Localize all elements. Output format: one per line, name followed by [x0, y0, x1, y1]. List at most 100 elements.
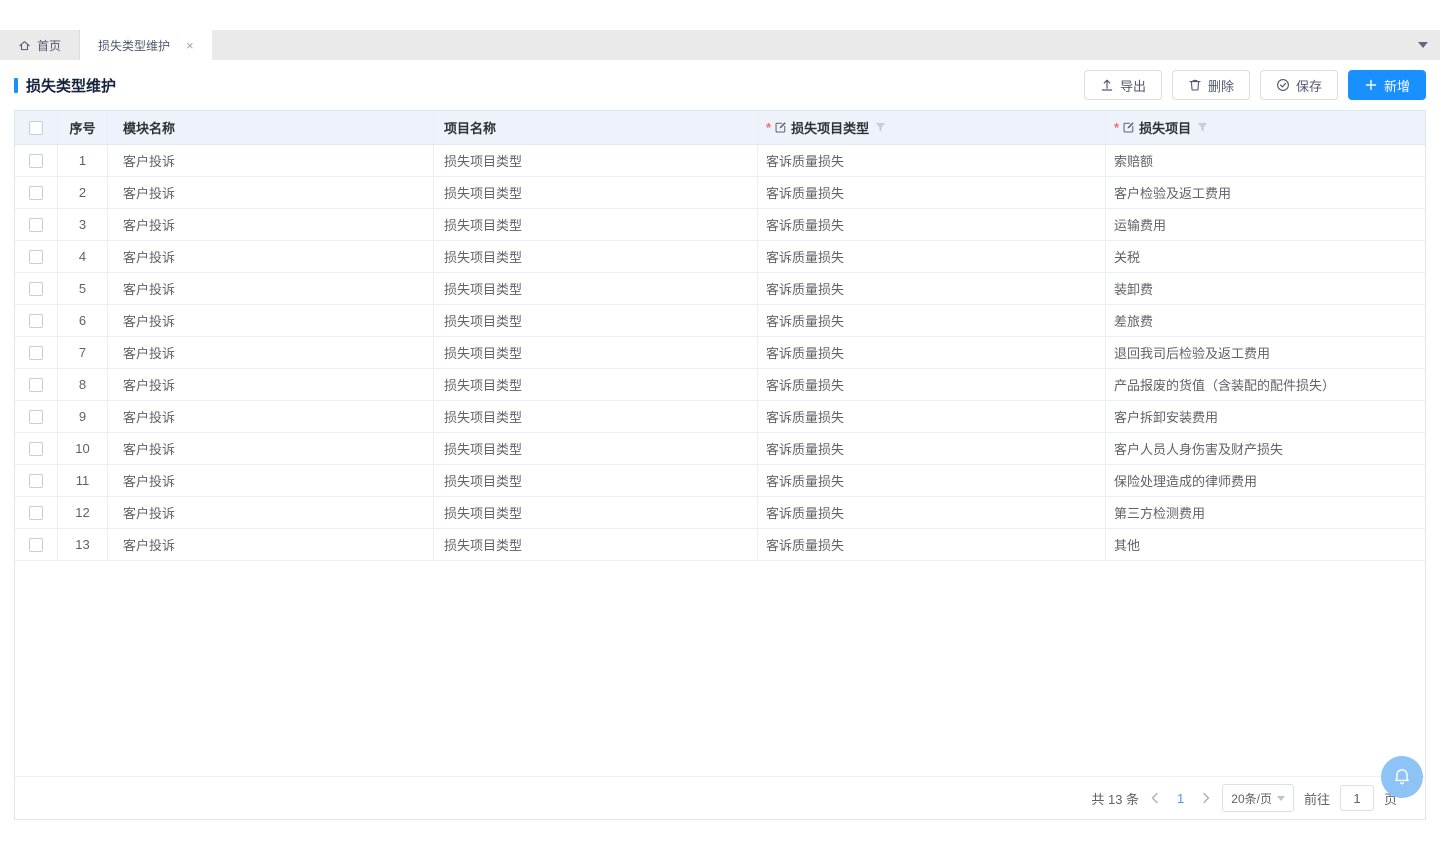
export-button-label: 导出	[1120, 76, 1146, 95]
row-checkbox-cell	[15, 497, 58, 528]
cell-loss-type[interactable]: 客诉质量损失	[758, 497, 1106, 528]
cell-loss-item[interactable]: 运输费用	[1106, 209, 1425, 240]
edit-icon	[1122, 121, 1135, 134]
cell-loss-type[interactable]: 客诉质量损失	[758, 177, 1106, 208]
row-checkbox[interactable]	[29, 474, 43, 488]
cell-project: 损失项目类型	[434, 209, 758, 240]
table-row: 12 客户投诉 损失项目类型 客诉质量损失 第三方检测费用	[15, 497, 1425, 529]
row-checkbox-cell	[15, 145, 58, 176]
cell-loss-type[interactable]: 客诉质量损失	[758, 337, 1106, 368]
cell-module: 客户投诉	[108, 465, 434, 496]
row-checkbox-cell	[15, 177, 58, 208]
table-row: 3 客户投诉 损失项目类型 客诉质量损失 运输费用	[15, 209, 1425, 241]
cell-index: 9	[58, 401, 108, 432]
add-button[interactable]: 新增	[1348, 70, 1426, 100]
cell-loss-type[interactable]: 客诉质量损失	[758, 209, 1106, 240]
pagination-bar: 共 13 条 1 20条/页 前往 页	[15, 776, 1425, 819]
cell-loss-item[interactable]: 退回我司后检验及返工费用	[1106, 337, 1425, 368]
table-row: 9 客户投诉 损失项目类型 客诉质量损失 客户拆卸安装费用	[15, 401, 1425, 433]
row-checkbox[interactable]	[29, 282, 43, 296]
cell-loss-type[interactable]: 客诉质量损失	[758, 433, 1106, 464]
cell-project: 损失项目类型	[434, 241, 758, 272]
cell-loss-type[interactable]: 客诉质量损失	[758, 369, 1106, 400]
cell-loss-item[interactable]: 第三方检测费用	[1106, 497, 1425, 528]
tab-bar: 首页 损失类型维护 ×	[0, 30, 1440, 60]
page-size-select[interactable]: 20条/页	[1222, 784, 1294, 812]
row-checkbox[interactable]	[29, 410, 43, 424]
cell-module: 客户投诉	[108, 497, 434, 528]
cell-loss-type[interactable]: 客诉质量损失	[758, 465, 1106, 496]
cell-loss-item[interactable]: 保险处理造成的律师费用	[1106, 465, 1425, 496]
filter-icon[interactable]	[875, 122, 886, 133]
cell-loss-type[interactable]: 客诉质量损失	[758, 145, 1106, 176]
row-checkbox-cell	[15, 273, 58, 304]
row-checkbox[interactable]	[29, 314, 43, 328]
filter-icon[interactable]	[1197, 122, 1208, 133]
cell-project: 损失项目类型	[434, 401, 758, 432]
row-checkbox[interactable]	[29, 378, 43, 392]
add-button-label: 新增	[1384, 76, 1410, 95]
cell-loss-item[interactable]: 差旅费	[1106, 305, 1425, 336]
table-row: 13 客户投诉 损失项目类型 客诉质量损失 其他	[15, 529, 1425, 561]
header-index: 序号	[58, 111, 108, 144]
row-checkbox[interactable]	[29, 538, 43, 552]
goto-page-input[interactable]	[1340, 785, 1374, 811]
cell-loss-item[interactable]: 关税	[1106, 241, 1425, 272]
table-empty-space	[15, 561, 1425, 776]
cell-loss-item[interactable]: 客户人员人身伤害及财产损失	[1106, 433, 1425, 464]
cell-module: 客户投诉	[108, 241, 434, 272]
notification-bell-button[interactable]	[1381, 756, 1423, 798]
row-checkbox[interactable]	[29, 346, 43, 360]
cell-index: 8	[58, 369, 108, 400]
cell-loss-item[interactable]: 索赔额	[1106, 145, 1425, 176]
select-all-checkbox[interactable]	[29, 121, 43, 135]
cell-loss-type[interactable]: 客诉质量损失	[758, 273, 1106, 304]
row-checkbox-cell	[15, 305, 58, 336]
page-title: 损失类型维护	[14, 75, 116, 96]
cell-module: 客户投诉	[108, 369, 434, 400]
table-row: 5 客户投诉 损失项目类型 客诉质量损失 装卸费	[15, 273, 1425, 305]
cell-module: 客户投诉	[108, 145, 434, 176]
cell-module: 客户投诉	[108, 305, 434, 336]
cell-module: 客户投诉	[108, 273, 434, 304]
bell-icon	[1391, 766, 1413, 788]
cell-loss-item[interactable]: 客户检验及返工费用	[1106, 177, 1425, 208]
cell-loss-item[interactable]: 产品报废的货值（含装配的配件损失）	[1106, 369, 1425, 400]
cell-loss-item[interactable]: 其他	[1106, 529, 1425, 560]
row-checkbox[interactable]	[29, 442, 43, 456]
save-button[interactable]: 保存	[1260, 70, 1338, 100]
row-checkbox[interactable]	[29, 506, 43, 520]
cell-project: 损失项目类型	[434, 465, 758, 496]
delete-button[interactable]: 删除	[1172, 70, 1250, 100]
tab-loss-type-maintenance[interactable]: 损失类型维护 ×	[80, 30, 212, 60]
pagination-page-1[interactable]: 1	[1171, 791, 1190, 806]
cell-loss-item[interactable]: 客户拆卸安装费用	[1106, 401, 1425, 432]
cell-index: 11	[58, 465, 108, 496]
cell-loss-type[interactable]: 客诉质量损失	[758, 305, 1106, 336]
required-marker: *	[766, 120, 771, 135]
chevron-down-icon[interactable]	[1418, 42, 1428, 48]
row-checkbox[interactable]	[29, 186, 43, 200]
home-icon	[18, 39, 31, 52]
row-checkbox-cell	[15, 209, 58, 240]
table-row: 6 客户投诉 损失项目类型 客诉质量损失 差旅费	[15, 305, 1425, 337]
tab-home[interactable]: 首页	[0, 30, 80, 60]
cell-project: 损失项目类型	[434, 433, 758, 464]
row-checkbox[interactable]	[29, 154, 43, 168]
table-row: 10 客户投诉 损失项目类型 客诉质量损失 客户人员人身伤害及财产损失	[15, 433, 1425, 465]
chevron-left-icon[interactable]	[1149, 792, 1161, 804]
export-icon	[1100, 78, 1114, 92]
cell-loss-type[interactable]: 客诉质量损失	[758, 401, 1106, 432]
cell-loss-item[interactable]: 装卸费	[1106, 273, 1425, 304]
header-loss-type: * 损失项目类型	[758, 111, 1106, 144]
cell-loss-type[interactable]: 客诉质量损失	[758, 241, 1106, 272]
cell-index: 2	[58, 177, 108, 208]
close-icon[interactable]: ×	[186, 39, 194, 52]
cell-project: 损失项目类型	[434, 145, 758, 176]
row-checkbox[interactable]	[29, 250, 43, 264]
row-checkbox[interactable]	[29, 218, 43, 232]
chevron-right-icon[interactable]	[1200, 792, 1212, 804]
cell-index: 3	[58, 209, 108, 240]
cell-loss-type[interactable]: 客诉质量损失	[758, 529, 1106, 560]
export-button[interactable]: 导出	[1084, 70, 1162, 100]
